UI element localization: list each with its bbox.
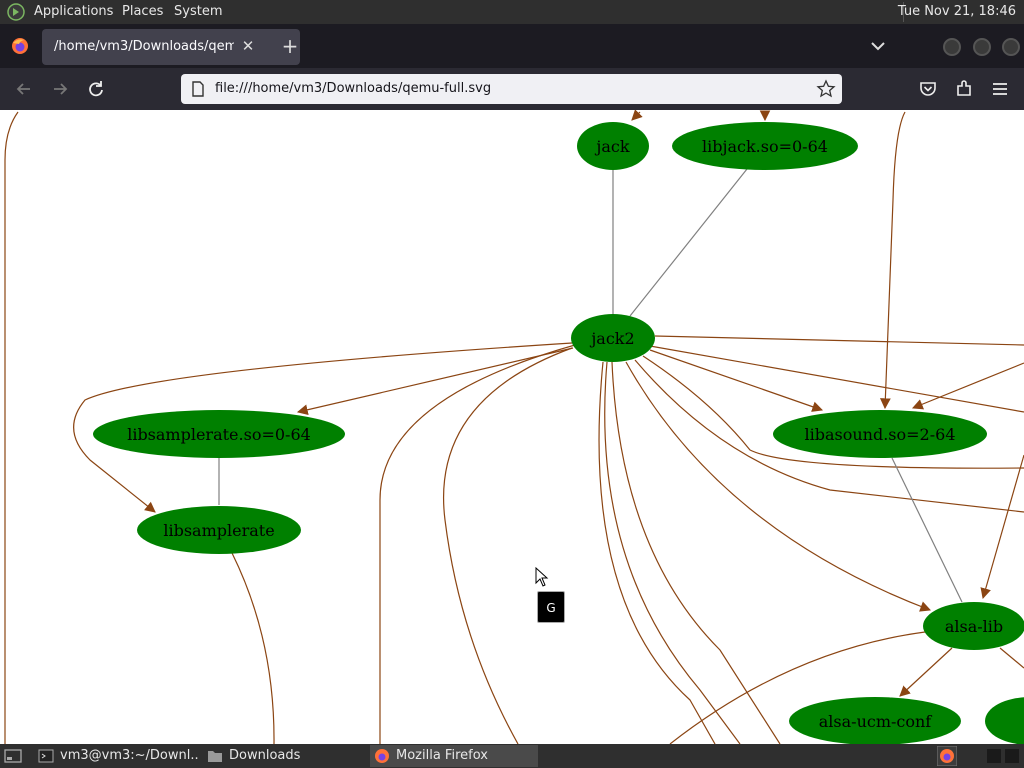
graph-edge <box>631 110 643 121</box>
graph-edge <box>654 335 1024 346</box>
bookmark-star-icon[interactable] <box>816 79 836 99</box>
graph-edge <box>649 349 824 412</box>
show-desktop-icon[interactable] <box>4 748 22 764</box>
graph-node-label: libasound.so=2-64 <box>805 425 956 444</box>
tab-title: /home/vm3/Downloads/qemu-f <box>54 39 234 54</box>
graph-node-label: alsa-lib <box>945 617 1003 636</box>
reload-icon[interactable] <box>85 78 107 100</box>
graph-plain-edges <box>218 168 963 603</box>
graph-node-label: jack2 <box>589 329 634 348</box>
applications-menu[interactable]: Applications <box>34 4 113 19</box>
graph-node-label: jack <box>594 137 629 156</box>
tab-close-button[interactable]: ✕ <box>238 35 258 57</box>
graph-edge <box>879 111 906 410</box>
top-panel: Applications Places System Tue Nov 21, 1… <box>0 0 1024 24</box>
firefox-tray-icon[interactable] <box>937 746 957 766</box>
graph-edge <box>899 647 953 697</box>
graph-edge <box>4 111 19 744</box>
maximize-button[interactable] <box>973 38 991 56</box>
graph-edge <box>649 345 1024 413</box>
taskbar-item-label: Mozilla Firefox <box>396 748 488 763</box>
tab-active[interactable]: /home/vm3/Downloads/qemu-f ✕ <box>42 29 300 65</box>
graph-edge <box>231 552 275 744</box>
clock[interactable]: Tue Nov 21, 18:46 <box>898 4 1016 19</box>
taskbar-item-label: vm3@vm3:~/Downl... <box>60 748 198 763</box>
graph-edge <box>443 347 573 744</box>
close-window-button[interactable] <box>1002 38 1020 56</box>
key-press-badge: G <box>537 591 565 623</box>
graph-edge <box>379 344 576 744</box>
graph-node-label: alsa-ucm-conf <box>819 712 933 731</box>
taskbar-item-firefox[interactable]: Mozilla Firefox <box>370 745 538 767</box>
system-menu[interactable]: System <box>174 4 222 19</box>
graph-edge <box>911 362 1024 410</box>
folder-icon <box>208 750 222 762</box>
mouse-cursor-icon <box>535 567 549 587</box>
workspace-2[interactable] <box>1005 749 1019 763</box>
graph-edge <box>629 168 748 317</box>
graph-edge <box>980 454 1024 600</box>
terminal-icon <box>38 749 54 762</box>
menu-hamburger-icon[interactable] <box>989 78 1011 100</box>
places-menu[interactable]: Places <box>122 4 163 19</box>
url-bar[interactable]: file:///home/vm3/Downloads/qemu-full.svg <box>181 74 842 104</box>
firefox-view-icon[interactable] <box>10 36 30 56</box>
back-icon[interactable] <box>13 78 35 100</box>
graph-node-partial <box>985 697 1024 744</box>
graph-edge <box>604 361 741 744</box>
forward-icon[interactable] <box>49 78 71 100</box>
workspace-1[interactable] <box>987 749 1001 763</box>
page-icon <box>192 81 204 97</box>
taskbar-item-label: Downloads <box>229 748 301 763</box>
graph-node-label: libsamplerate.so=0-64 <box>127 425 311 444</box>
graph-edge <box>999 647 1024 669</box>
taskbar: vm3@vm3:~/Downl... Downloads Mozilla Fir… <box>0 744 1024 768</box>
dependency-graph: jack libjack.so=0-64 jack2 libsamplerate… <box>4 110 1024 744</box>
graph-edge <box>891 457 963 603</box>
pocket-icon[interactable] <box>917 78 939 100</box>
url-text[interactable]: file:///home/vm3/Downloads/qemu-full.svg <box>215 81 491 96</box>
taskbar-item-downloads[interactable]: Downloads <box>207 745 357 767</box>
distro-logo-icon[interactable] <box>7 3 25 21</box>
graph-node-label: libjack.so=0-64 <box>702 137 828 156</box>
graph-nodes: jack libjack.so=0-64 jack2 libsamplerate… <box>93 122 1024 744</box>
graph-edge <box>296 347 574 416</box>
graph-edge <box>611 361 781 744</box>
minimize-button[interactable] <box>943 38 961 56</box>
graph-node-label: libsamplerate <box>163 521 274 540</box>
tab-bar: /home/vm3/Downloads/qemu-f ✕ + <box>0 24 1024 68</box>
taskbar-item-terminal[interactable]: vm3@vm3:~/Downl... <box>38 745 198 767</box>
new-tab-button[interactable]: + <box>280 36 300 56</box>
firefox-icon <box>375 748 389 763</box>
nav-bar: file:///home/vm3/Downloads/qemu-full.svg <box>0 68 1024 110</box>
extensions-icon[interactable] <box>953 78 975 100</box>
list-all-tabs-icon[interactable] <box>868 38 888 54</box>
page-content[interactable]: jack libjack.so=0-64 jack2 libsamplerate… <box>0 110 1024 744</box>
